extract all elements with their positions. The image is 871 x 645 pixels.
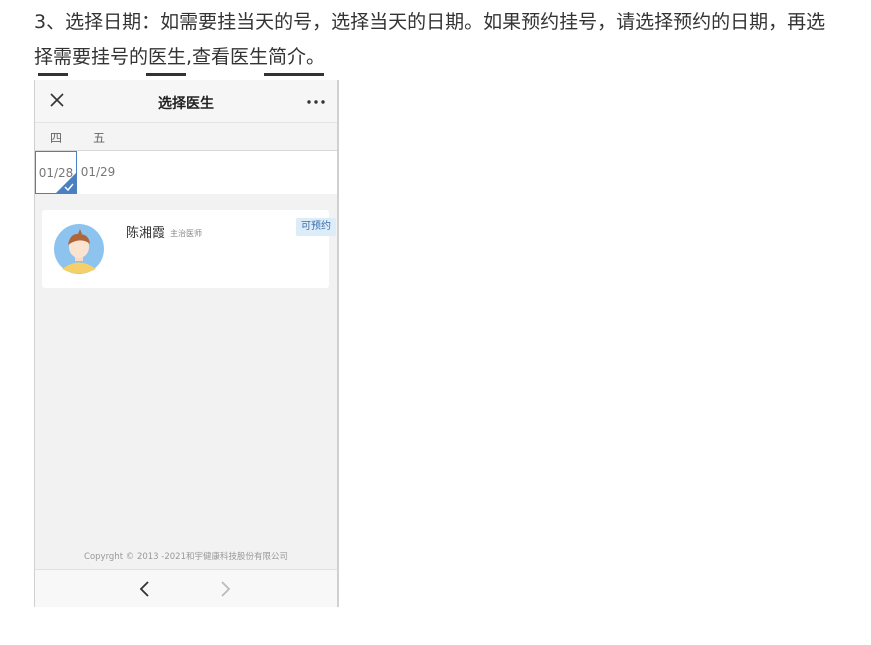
doctor-title: 主治医师 <box>170 229 202 238</box>
title-bar: 选择医生 <box>35 80 337 123</box>
browser-nav-bar <box>35 569 337 607</box>
doctor-avatar <box>54 224 104 274</box>
date-selector: 01/28 01/29 <box>35 151 337 194</box>
date-option[interactable]: 01/29 <box>77 151 119 194</box>
more-icon[interactable] <box>305 93 327 109</box>
chevron-left-icon[interactable] <box>136 580 154 598</box>
phone-screen: 选择医生 四 五 01/28 01/29 陈湘霞 主治医师 可预约 Copyrg… <box>34 80 339 607</box>
status-badge[interactable]: 可预约 <box>296 218 336 236</box>
cropped-header-strip <box>34 70 338 80</box>
weekday-label: 四 <box>50 131 63 145</box>
page-title: 选择医生 <box>158 96 214 112</box>
weekday-label: 五 <box>93 131 106 145</box>
date-option-selected[interactable]: 01/28 <box>35 151 77 194</box>
doctor-card[interactable]: 陈湘霞 主治医师 可预约 <box>42 210 336 288</box>
date-label: 01/29 <box>80 165 116 179</box>
check-icon <box>55 172 77 194</box>
instruction-text: 3、选择日期：如需要挂当天的号，选择当天的日期。如果预约挂号，请选择预约的日期，… <box>34 11 826 68</box>
copyright-text: Copyrght © 2013 -2021和宇健康科技股份有限公司 <box>84 552 288 562</box>
weekday-row: 四 五 <box>35 123 337 151</box>
doctor-name: 陈湘霞 <box>126 226 166 241</box>
chevron-right-icon[interactable] <box>216 580 234 598</box>
